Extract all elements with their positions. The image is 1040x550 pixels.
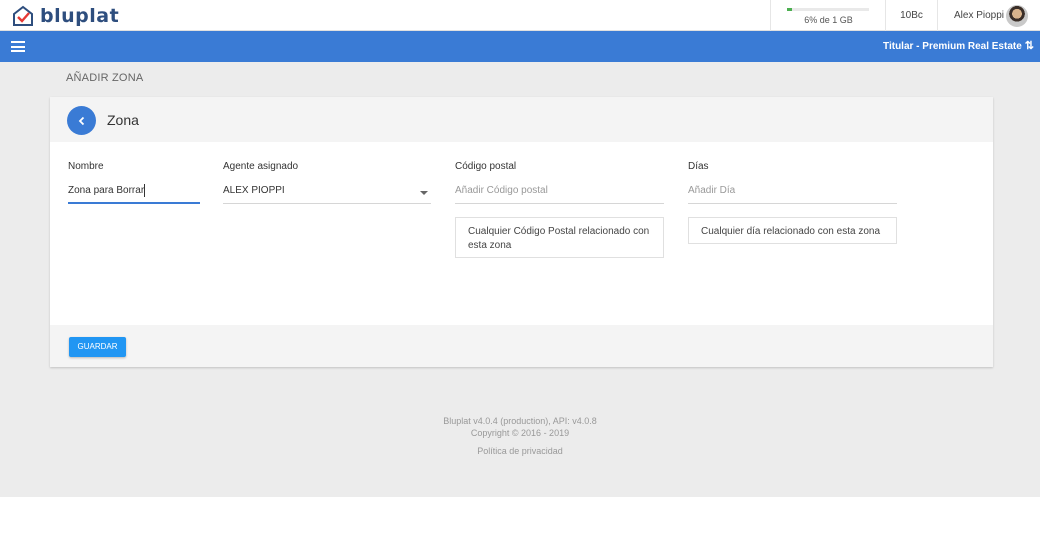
chevron-left-icon — [78, 116, 84, 125]
save-button[interactable]: GUARDAR — [69, 337, 126, 357]
logo-text: bluplat — [40, 5, 120, 27]
storage-label: 6% de 1 GB — [804, 15, 853, 25]
codigo-input[interactable]: Añadir Código postal — [455, 185, 548, 196]
agente-underline — [223, 203, 431, 204]
codigo-underline — [455, 203, 664, 204]
nav-bar: Titular - Premium Real Estate ⇅ — [0, 31, 1040, 62]
storage-usage[interactable]: 6% de 1 GB — [770, 0, 885, 31]
nombre-underline — [68, 202, 200, 204]
chevron-down-icon[interactable] — [420, 191, 428, 195]
logo-icon — [13, 5, 33, 26]
agente-select[interactable]: ALEX PIOPPI — [223, 185, 285, 196]
codigo-hint: Cualquier Código Postal relacionado con … — [455, 217, 664, 258]
dias-label: Días — [688, 161, 709, 172]
nombre-input[interactable]: Zona para Borrar — [68, 185, 144, 196]
back-button[interactable] — [67, 106, 96, 135]
nombre-label: Nombre — [68, 161, 104, 172]
credits-balance[interactable]: 10Bc — [885, 0, 937, 31]
version-info: Bluplat v4.0.4 (production), API: v4.0.8 — [443, 416, 597, 426]
top-bar: bluplat 6% de 1 GB 10Bc Alex Pioppi — [0, 0, 1040, 31]
page-title: AÑADIR ZONA — [66, 72, 144, 84]
avatar[interactable] — [1006, 4, 1029, 27]
menu-icon[interactable] — [11, 41, 25, 52]
storage-progress-bar — [787, 8, 869, 11]
copyright: Copyright © 2016 - 2019 — [470, 428, 570, 438]
account-name: Titular - Premium Real Estate — [883, 41, 1022, 52]
account-switcher[interactable]: Titular - Premium Real Estate ⇅ — [883, 31, 1034, 62]
dias-input[interactable]: Añadir Día — [688, 185, 735, 196]
agente-label: Agente asignado — [223, 161, 299, 172]
dias-underline — [688, 203, 897, 204]
codigo-label: Código postal — [455, 161, 517, 172]
card-footer: GUARDAR — [50, 325, 993, 367]
logo[interactable]: bluplat — [12, 4, 119, 28]
privacy-link[interactable]: Política de privacidad — [0, 446, 1040, 456]
user-name: Alex Pioppi — [954, 10, 1005, 21]
card-title: Zona — [107, 112, 139, 128]
text-cursor — [144, 184, 145, 197]
dias-hint: Cualquier día relacionado con esta zona — [688, 217, 897, 244]
main-content: AÑADIR ZONA Zona Nombre Zona para Borrar… — [0, 62, 1040, 497]
swap-arrows-icon: ⇅ — [1024, 40, 1034, 52]
zone-form-card: Zona Nombre Zona para Borrar Agente asig… — [50, 97, 993, 367]
card-header: Zona — [50, 97, 993, 142]
storage-progress-fill — [787, 8, 792, 11]
user-menu[interactable]: Alex Pioppi — [937, 0, 1040, 31]
